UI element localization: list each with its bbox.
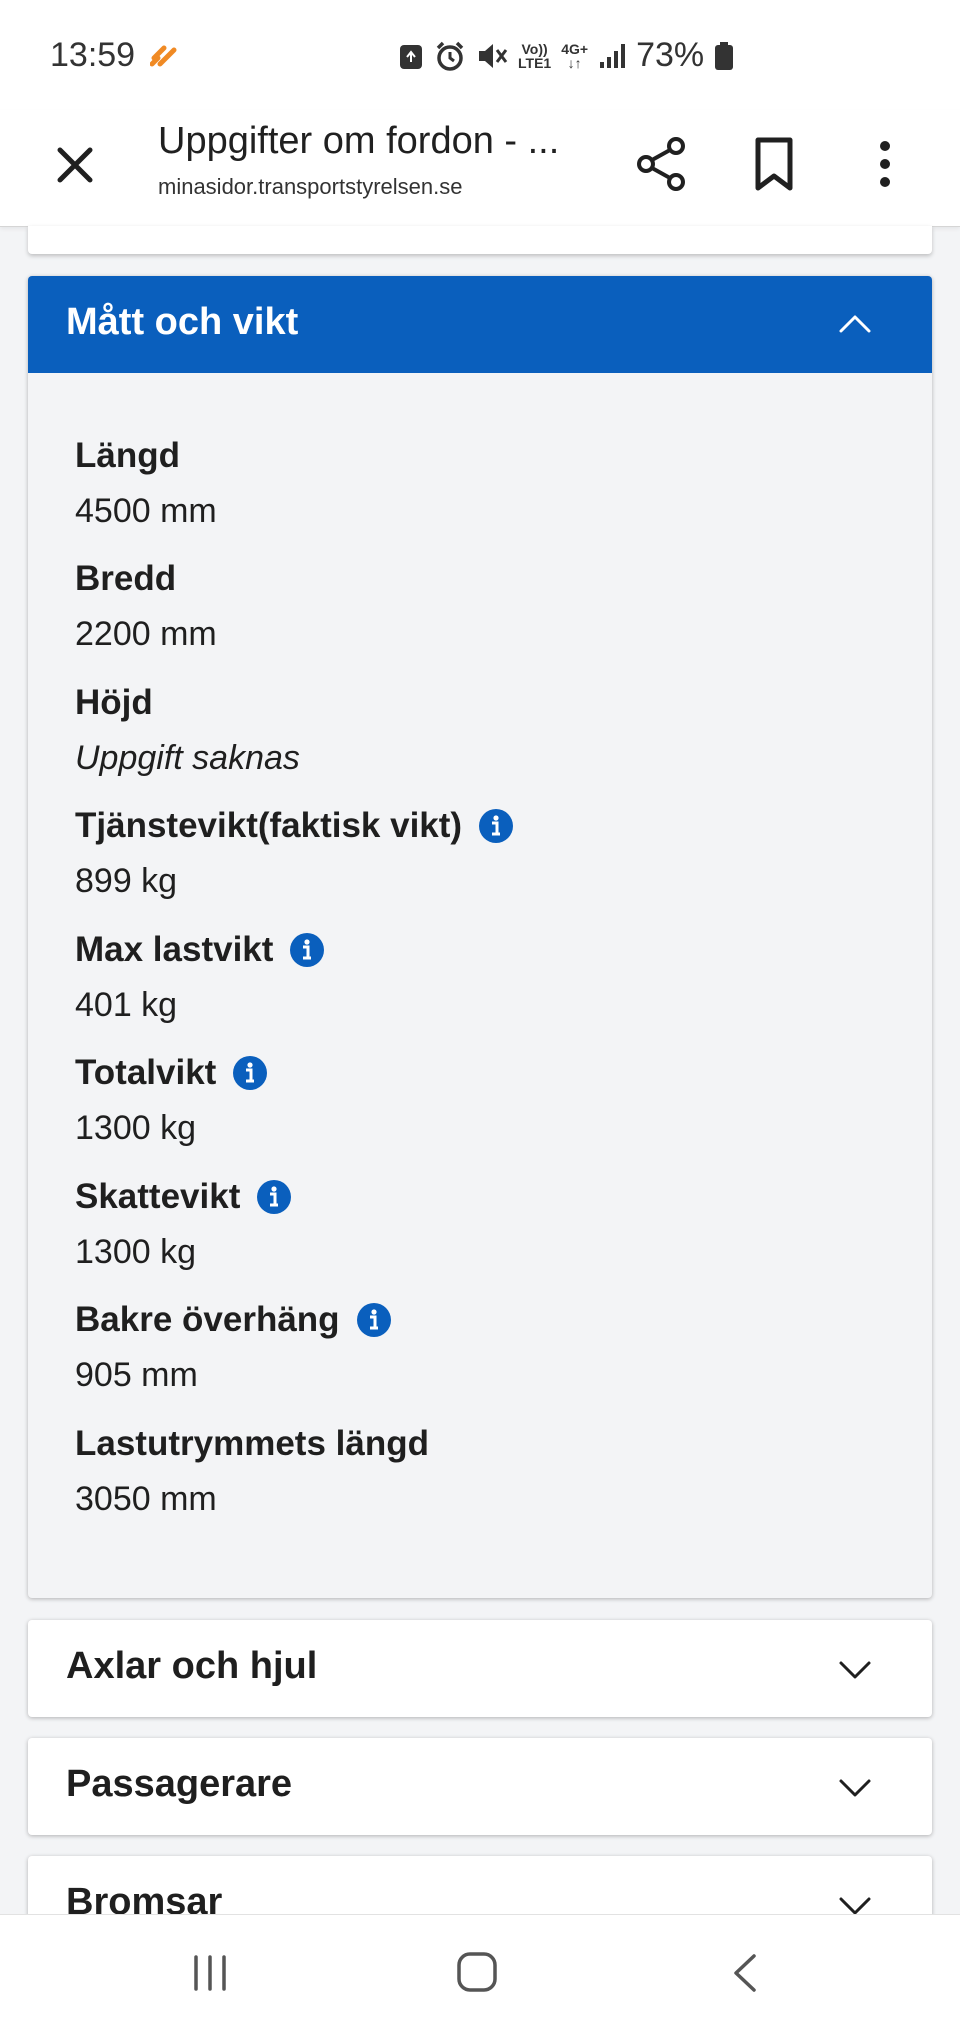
battery-percent: 73% <box>636 36 705 74</box>
info-icon[interactable] <box>478 808 514 844</box>
browser-toolbar: Uppgifter om fordon - ... minasidor.tran… <box>0 110 960 227</box>
share-icon[interactable] <box>636 136 688 192</box>
more-options-icon[interactable] <box>870 136 900 192</box>
field-label: Totalvikt <box>75 1053 217 1092</box>
info-icon[interactable] <box>289 932 325 968</box>
field-bredd: Bredd 2200 mm <box>75 559 217 654</box>
chevron-down-icon[interactable] <box>838 1896 872 1916</box>
battery-icon <box>715 41 734 70</box>
section-title: Mått och vikt <box>66 301 299 343</box>
field-value: 905 mm <box>75 1356 198 1394</box>
field-label: Lastutrymmets längd <box>75 1424 429 1463</box>
recycle-notification-icon <box>400 44 422 69</box>
field-label: Längd <box>75 436 180 475</box>
field-label: Bredd <box>75 559 177 598</box>
volte-indicator: Vo)) LTE1 <box>518 40 552 71</box>
section-axlar-och-hjul[interactable]: Axlar och hjul <box>28 1620 932 1717</box>
system-navigation-bar <box>0 1914 960 2028</box>
field-value: 4500 mm <box>75 492 217 530</box>
field-value: 1300 kg <box>75 1109 196 1147</box>
close-icon[interactable] <box>50 140 100 190</box>
field-value: 2200 mm <box>75 615 217 653</box>
section-title: Axlar och hjul <box>66 1645 318 1687</box>
field-label: Tjänstevikt(faktisk vikt) <box>75 806 463 845</box>
data-indicator: 4G+ ↓↑ <box>561 40 589 71</box>
field-value: 401 kg <box>75 986 178 1024</box>
back-icon[interactable] <box>730 1953 760 1993</box>
field-label: Bakre överhäng <box>75 1300 340 1339</box>
chevron-down-icon[interactable] <box>838 1660 872 1680</box>
status-icons: Vo)) LTE1 4G+ ↓↑ 73% <box>398 36 734 75</box>
field-label: Max lastvikt <box>75 930 274 969</box>
field-tjanstevikt: Tjänstevikt(faktisk vikt) 899 kg <box>75 806 514 901</box>
info-icon[interactable] <box>232 1055 268 1091</box>
field-hojd: Höjd Uppgift saknas <box>75 683 300 778</box>
mute-icon <box>479 43 508 68</box>
page-domain[interactable]: minasidor.transportstyrelsen.se <box>158 174 462 200</box>
section-header-matt-och-vikt[interactable]: Mått och vikt <box>28 276 932 373</box>
field-value: 1300 kg <box>75 1233 196 1271</box>
field-max-lastvikt: Max lastvikt 401 kg <box>75 930 325 1025</box>
status-time: 13:59 <box>50 36 136 74</box>
home-icon[interactable] <box>456 1951 498 1993</box>
previous-section-card <box>28 226 932 254</box>
app-notification-icon <box>150 45 177 67</box>
info-icon[interactable] <box>256 1179 292 1215</box>
field-label: Höjd <box>75 683 153 722</box>
field-label: Skattevikt <box>75 1177 241 1216</box>
chevron-down-icon[interactable] <box>838 1778 872 1798</box>
section-title: Passagerare <box>66 1763 293 1805</box>
section-matt-och-vikt: Mått och vikt Längd 4500 mm Bredd 2200 m… <box>28 276 932 1598</box>
alarm-icon <box>436 41 464 71</box>
field-value: Uppgift saknas <box>75 739 300 777</box>
chevron-up-icon[interactable] <box>838 314 872 334</box>
status-bar: 13:59 Vo)) LTE1 4G+ ↓↑ 73% <box>0 0 960 110</box>
field-skattevikt: Skattevikt 1300 kg <box>75 1177 292 1272</box>
field-langd: Längd 4500 mm <box>75 436 217 531</box>
info-icon[interactable] <box>356 1302 392 1338</box>
field-totalvikt: Totalvikt 1300 kg <box>75 1053 268 1148</box>
field-value: 899 kg <box>75 862 178 900</box>
page-title[interactable]: Uppgifter om fordon - ... <box>158 120 559 163</box>
signal-icon <box>600 43 626 68</box>
field-value: 3050 mm <box>75 1480 217 1518</box>
bookmark-icon[interactable] <box>752 136 796 192</box>
field-bakre-overhang: Bakre överhäng 905 mm <box>75 1300 392 1395</box>
recent-apps-icon[interactable] <box>190 1955 230 1991</box>
field-lastutrymmets-langd: Lastutrymmets längd 3050 mm <box>75 1424 429 1519</box>
section-passagerare[interactable]: Passagerare <box>28 1738 932 1835</box>
